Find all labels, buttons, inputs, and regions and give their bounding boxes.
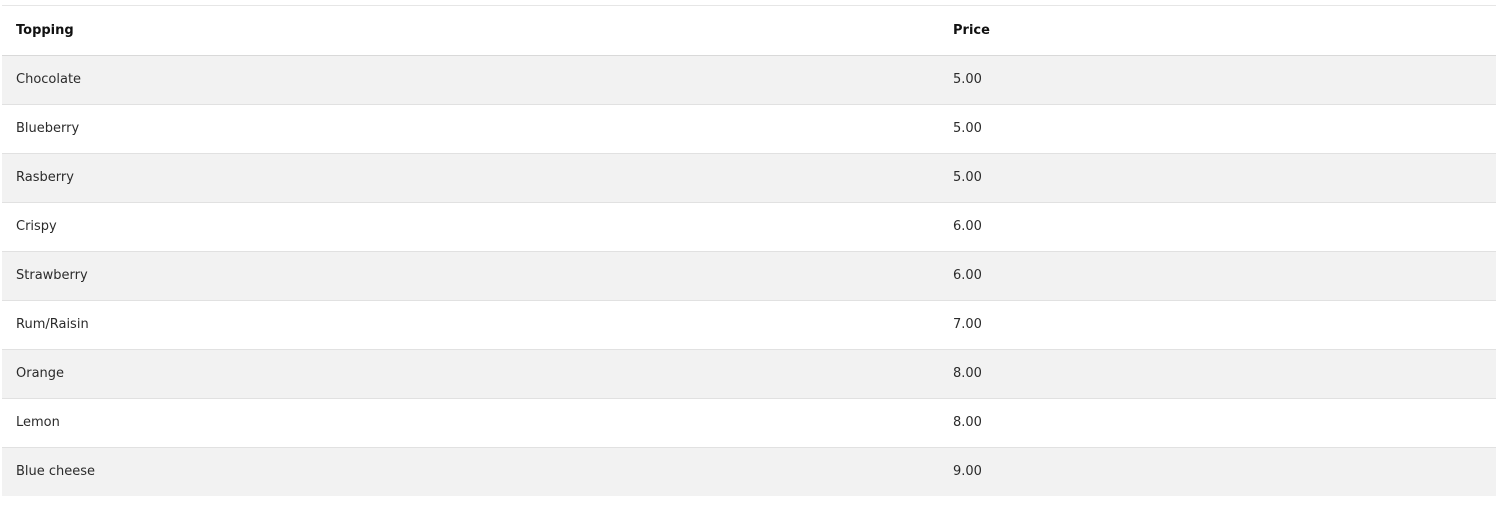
table-row: Blueberry 5.00	[2, 104, 1496, 154]
price-cell: 6.00	[939, 251, 1496, 301]
column-header-topping[interactable]: Topping	[2, 6, 939, 56]
table-header-row: Topping Price	[2, 6, 1496, 56]
topping-cell: Orange	[2, 349, 939, 399]
topping-cell: Crispy	[2, 202, 939, 252]
topping-cell: Blue cheese	[16, 464, 96, 480]
table-row: Rasberry 5.00	[2, 153, 1496, 203]
table-row: Orange 8.00	[2, 349, 1496, 399]
table-row: Chocolate 5.00	[2, 55, 1496, 105]
price-cell: 8.00	[939, 398, 1496, 448]
topping-price-table: Topping Price Chocolate 5.00 Blueberry 5…	[2, 6, 1496, 496]
table-row: Blue cheese 9.00	[2, 447, 1496, 496]
topping-cell: Strawberry	[2, 251, 939, 301]
price-cell: 5.00	[939, 104, 1496, 154]
topping-price-table-container: Topping Price Chocolate 5.00 Blueberry 5…	[2, 5, 1496, 496]
topping-cell: Lemon	[2, 398, 939, 448]
topping-cell: Rasberry	[2, 153, 939, 203]
table-row: Lemon 8.00	[2, 398, 1496, 448]
price-cell: 8.00	[939, 349, 1496, 399]
price-cell: 5.00	[939, 55, 1496, 105]
price-cell: 5.00	[939, 153, 1496, 203]
topping-cell: Blueberry	[2, 104, 939, 154]
table-row: Rum/Raisin 7.00	[2, 300, 1496, 350]
price-cell: 9.00	[953, 464, 982, 480]
topping-cell: Chocolate	[2, 55, 939, 105]
price-cell: 6.00	[939, 202, 1496, 252]
topping-cell: Rum/Raisin	[2, 300, 939, 350]
table-row: Crispy 6.00	[2, 202, 1496, 252]
table-row: Strawberry 6.00	[2, 251, 1496, 301]
column-header-price[interactable]: Price	[939, 6, 1496, 56]
price-cell: 7.00	[939, 300, 1496, 350]
